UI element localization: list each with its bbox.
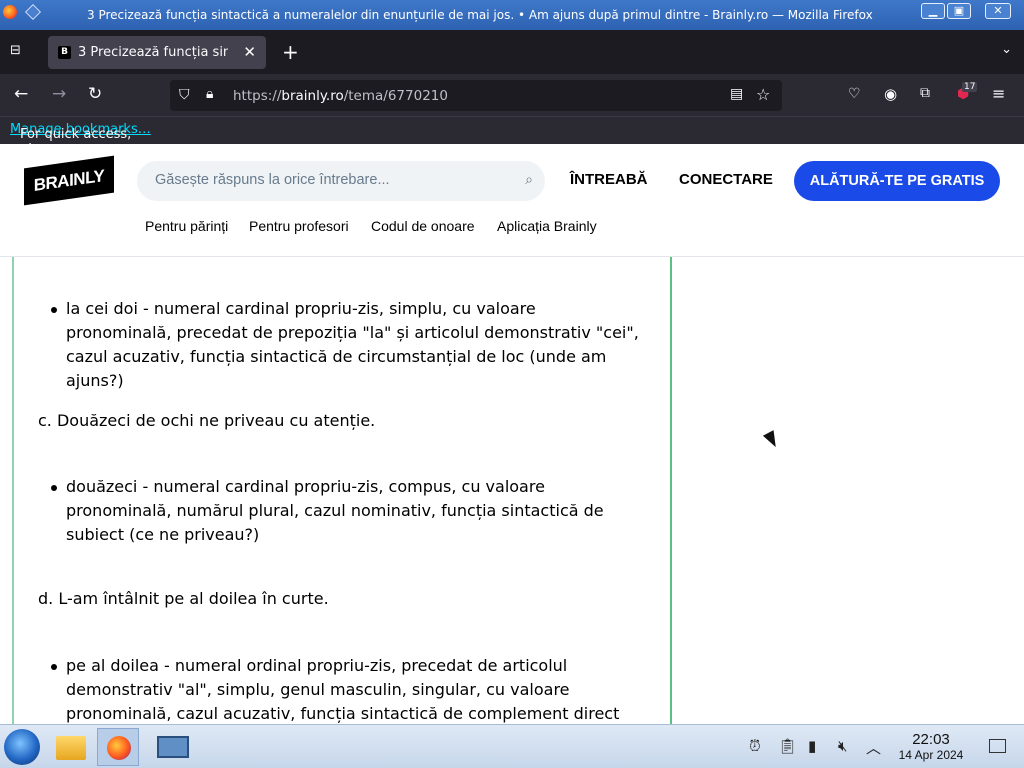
app-switcher-icon[interactable]	[25, 4, 41, 20]
forward-icon[interactable]: →	[52, 85, 66, 103]
nav-link-teachers[interactable]: Pentru profesori	[249, 218, 349, 234]
answer-bullet: douăzeci - numeral cardinal propriu-zis,…	[51, 475, 611, 547]
bookmarks-bar: For quick access, place your bookmarks h…	[0, 116, 1024, 202]
reader-view-icon[interactable]: ▤	[730, 86, 743, 102]
maximize-button[interactable]: ▣	[947, 3, 971, 19]
close-tab-icon[interactable]: ✕	[243, 43, 256, 61]
site-header: BRAINLY ⌕ ÎNTREABĂ CONECTARE ALĂTURĂ-TE …	[0, 145, 1024, 257]
page-content: la cei doi - numeral cardinal propriu-zi…	[0, 257, 1024, 724]
account-icon[interactable]: ◉	[884, 85, 897, 103]
search-input[interactable]	[155, 172, 505, 188]
join-button[interactable]: ALĂTURĂ-TE PE GRATIS	[794, 161, 1000, 201]
nav-link-app[interactable]: Aplicația Brainly	[497, 218, 597, 234]
tab-brainly[interactable]: B 3 Precizează funcția sintactică ✕	[48, 36, 266, 69]
url-text[interactable]: https://brainly.ro/tema/6770210	[233, 88, 448, 104]
search-icon[interactable]: ⌕	[525, 172, 533, 188]
new-tab-button[interactable]: +	[282, 40, 299, 64]
network-manager-icon[interactable]	[152, 728, 194, 766]
window-titlebar: 3 Precizează funcția sintactică a numera…	[0, 0, 1024, 30]
show-desktop-icon[interactable]	[989, 739, 1006, 753]
answer-sentence-c: c. Douăzeci de ochi ne priveau cu atenți…	[38, 411, 376, 430]
nav-bar: ← → ↻ ⛉ 🔒︎ https://brainly.ro/tema/67702…	[0, 74, 1024, 116]
alarm-icon[interactable]: ⏰︎	[749, 737, 761, 755]
back-icon[interactable]: ←	[14, 85, 28, 103]
ask-link[interactable]: ÎNTREABĂ	[570, 171, 648, 188]
pocket-icon[interactable]: ♡	[848, 86, 861, 102]
bookmark-star-icon[interactable]: ☆	[756, 85, 770, 104]
brainly-logo[interactable]: BRAINLY	[24, 155, 114, 206]
shield-icon[interactable]: ⛉	[179, 87, 190, 103]
extensions-icon[interactable]: ⧉	[920, 85, 930, 101]
volume-muted-icon[interactable]: 🔇︎	[838, 737, 847, 755]
battery-icon[interactable]: ▮	[808, 737, 816, 755]
search-box: ⌕	[137, 161, 545, 201]
start-button[interactable]	[4, 729, 40, 765]
reload-icon[interactable]: ↻	[88, 85, 102, 103]
answer-sentence-d: d. L-am întâlnit pe al doilea în curte.	[38, 589, 329, 608]
firefox-taskbar-icon[interactable]	[97, 728, 139, 766]
clock-time: 22:03	[912, 731, 950, 748]
clipboard-icon[interactable]: 📋︎	[778, 737, 797, 755]
clock[interactable]: 22:03 14 Apr 2024	[896, 731, 966, 762]
chevron-up-icon[interactable]: ︿	[866, 737, 881, 758]
close-window-button[interactable]: ✕	[985, 3, 1011, 19]
clock-date: 14 Apr 2024	[898, 748, 964, 762]
tab-title: 3 Precizează funcția sintactică	[78, 45, 228, 60]
url-bar[interactable]: ⛉ 🔒︎ https://brainly.ro/tema/6770210 ▤ ☆	[170, 80, 782, 111]
minimize-button[interactable]: ▁	[921, 3, 945, 19]
window-title: 3 Precizează funcția sintactică a numera…	[87, 8, 873, 22]
login-link[interactable]: CONECTARE	[679, 171, 773, 188]
answer-bullet: pe al doilea - numeral ordinal propriu-z…	[51, 654, 646, 724]
menu-icon[interactable]: ≡	[992, 84, 1005, 103]
lock-icon[interactable]: 🔒︎	[206, 86, 213, 102]
nav-link-honor-code[interactable]: Codul de onoare	[371, 218, 475, 234]
nav-link-parents[interactable]: Pentru părinți	[145, 218, 228, 234]
extensions-badge: 17	[962, 82, 978, 92]
taskbar: ⏰︎ 📋︎ ▮ 🔇︎ ︿ 22:03 14 Apr 2024	[0, 724, 1024, 768]
answer-bullet: la cei doi - numeral cardinal propriu-zi…	[51, 297, 646, 393]
firefox-icon	[3, 5, 17, 19]
file-manager-icon[interactable]	[50, 728, 92, 766]
brainly-favicon-icon: B	[58, 46, 71, 59]
tab-list-icon[interactable]: ⊟	[10, 44, 26, 58]
tab-bar: ⊟ B 3 Precizează funcția sintactică ✕ + …	[0, 30, 1024, 74]
chevron-down-icon[interactable]: ⌄	[1001, 42, 1012, 57]
